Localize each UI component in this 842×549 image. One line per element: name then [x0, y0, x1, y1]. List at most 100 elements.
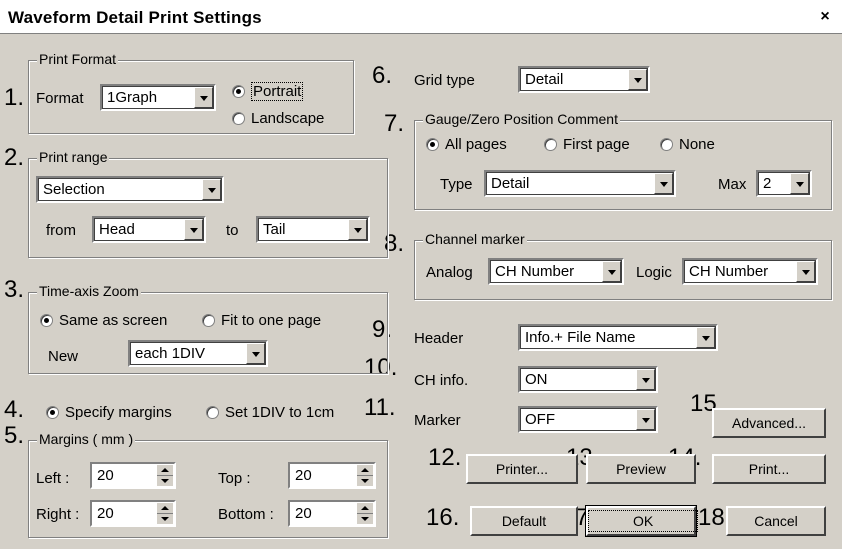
- top-margin-stepper[interactable]: 20: [288, 462, 376, 489]
- marker-12: 12.: [428, 444, 462, 471]
- max-value: 2: [763, 175, 772, 192]
- marker-1: 1.: [4, 84, 25, 111]
- max-select[interactable]: 2: [756, 170, 812, 197]
- chevron-down-icon[interactable]: [636, 369, 655, 390]
- marker-2: 2.: [4, 144, 25, 171]
- ch-info-select[interactable]: ON: [518, 366, 658, 393]
- logic-marker-select[interactable]: CH Number: [682, 258, 818, 285]
- spin-arrows-icon[interactable]: [356, 465, 373, 486]
- spin-arrows-icon[interactable]: [356, 503, 373, 524]
- cancel-button[interactable]: Cancel: [726, 506, 826, 536]
- all-pages-label: All pages: [445, 136, 507, 153]
- grid-type-value: Detail: [525, 71, 564, 88]
- spin-arrows-icon[interactable]: [156, 465, 173, 486]
- title-bar: Waveform Detail Print Settings ×: [0, 0, 842, 34]
- radio-icon: [660, 138, 673, 151]
- bottom-margin-label: Bottom :: [218, 506, 274, 523]
- close-icon[interactable]: ×: [816, 9, 834, 25]
- print-range-group: Print range: [28, 149, 388, 258]
- type-label: Type: [440, 176, 473, 193]
- chevron-down-icon[interactable]: [348, 219, 367, 240]
- left-margin-label: Left :: [36, 470, 70, 487]
- top-margin-label: Top :: [218, 470, 251, 487]
- radio-icon: [232, 112, 245, 125]
- all-pages-radio[interactable]: All pages: [426, 136, 507, 153]
- new-zoom-select[interactable]: each 1DIV: [128, 340, 268, 367]
- header-value: Info.+ File Name: [525, 329, 636, 346]
- set-1div-label: Set 1DIV to 1cm: [225, 404, 335, 421]
- set-1div-radio[interactable]: Set 1DIV to 1cm: [206, 404, 334, 421]
- grid-type-select[interactable]: Detail: [518, 66, 650, 93]
- format-label: Format: [36, 90, 84, 107]
- chevron-down-icon[interactable]: [636, 409, 655, 430]
- landscape-radio[interactable]: Landscape: [232, 110, 324, 127]
- time-axis-zoom-legend: Time-axis Zoom: [37, 283, 141, 299]
- new-label: New: [48, 348, 79, 365]
- channel-marker-legend: Channel marker: [423, 231, 527, 247]
- to-value: Tail: [263, 221, 286, 238]
- radio-icon: [202, 314, 215, 327]
- chevron-down-icon[interactable]: [184, 219, 203, 240]
- print-format-legend: Print Format: [37, 51, 119, 67]
- max-label: Max: [718, 176, 747, 193]
- ch-info-value: ON: [525, 371, 548, 388]
- from-select[interactable]: Head: [92, 216, 206, 243]
- marker-label: Marker: [414, 412, 461, 429]
- grid-type-label: Grid type: [414, 72, 475, 89]
- same-as-screen-radio[interactable]: Same as screen: [40, 312, 167, 329]
- right-margin-label: Right :: [36, 506, 80, 523]
- chevron-down-icon[interactable]: [246, 343, 265, 364]
- first-page-radio[interactable]: First page: [544, 136, 630, 153]
- analog-marker-select[interactable]: CH Number: [488, 258, 624, 285]
- chevron-down-icon[interactable]: [202, 179, 221, 200]
- none-label: None: [679, 136, 715, 153]
- specify-margins-radio[interactable]: Specify margins: [46, 404, 172, 421]
- preview-button[interactable]: Preview: [586, 454, 696, 484]
- comment-type-select[interactable]: Detail: [484, 170, 676, 197]
- portrait-radio[interactable]: Portrait: [232, 82, 304, 101]
- ok-button[interactable]: OK: [585, 505, 699, 537]
- comment-type-value: Detail: [491, 175, 530, 192]
- marker-4: 4.: [4, 396, 25, 423]
- chevron-down-icon[interactable]: [790, 173, 809, 194]
- to-select[interactable]: Tail: [256, 216, 370, 243]
- chevron-down-icon[interactable]: [628, 69, 647, 90]
- window-title: Waveform Detail Print Settings: [8, 8, 262, 27]
- chevron-down-icon[interactable]: [654, 173, 673, 194]
- right-margin-stepper[interactable]: 20: [90, 500, 176, 527]
- specify-margins-label: Specify margins: [65, 404, 172, 421]
- marker-value: OFF: [525, 411, 555, 428]
- print-range-legend: Print range: [37, 149, 110, 165]
- printer-button[interactable]: Printer...: [466, 454, 578, 484]
- marker-16: 16.: [426, 504, 460, 531]
- spin-arrows-icon[interactable]: [156, 503, 173, 524]
- radio-icon: [544, 138, 557, 151]
- none-radio[interactable]: None: [660, 136, 715, 153]
- chevron-down-icon[interactable]: [194, 87, 213, 108]
- marker-3: 3.: [4, 276, 25, 303]
- chevron-down-icon[interactable]: [602, 261, 621, 282]
- margins-legend: Margins ( mm ): [37, 431, 136, 447]
- from-label: from: [46, 222, 76, 239]
- header-select[interactable]: Info.+ File Name: [518, 324, 718, 351]
- advanced-button[interactable]: Advanced...: [712, 408, 826, 438]
- logic-marker-value: CH Number: [689, 263, 769, 280]
- left-margin-stepper[interactable]: 20: [90, 462, 176, 489]
- radio-selected-icon: [40, 314, 53, 327]
- marker-11: 11.: [364, 394, 396, 421]
- logic-label: Logic: [636, 264, 672, 281]
- format-select[interactable]: 1Graph: [100, 84, 216, 111]
- print-button[interactable]: Print...: [712, 454, 826, 484]
- same-as-screen-label: Same as screen: [59, 312, 168, 329]
- chevron-down-icon[interactable]: [696, 327, 715, 348]
- marker-select[interactable]: OFF: [518, 406, 658, 433]
- header-label: Header: [414, 330, 464, 347]
- default-button[interactable]: Default: [470, 506, 578, 536]
- print-range-select[interactable]: Selection: [36, 176, 224, 203]
- fit-to-one-page-radio[interactable]: Fit to one page: [202, 312, 321, 329]
- bottom-margin-stepper[interactable]: 20: [288, 500, 376, 527]
- analog-label: Analog: [426, 264, 473, 281]
- marker-6: 6.: [372, 62, 393, 89]
- format-value: 1Graph: [107, 89, 158, 106]
- chevron-down-icon[interactable]: [796, 261, 815, 282]
